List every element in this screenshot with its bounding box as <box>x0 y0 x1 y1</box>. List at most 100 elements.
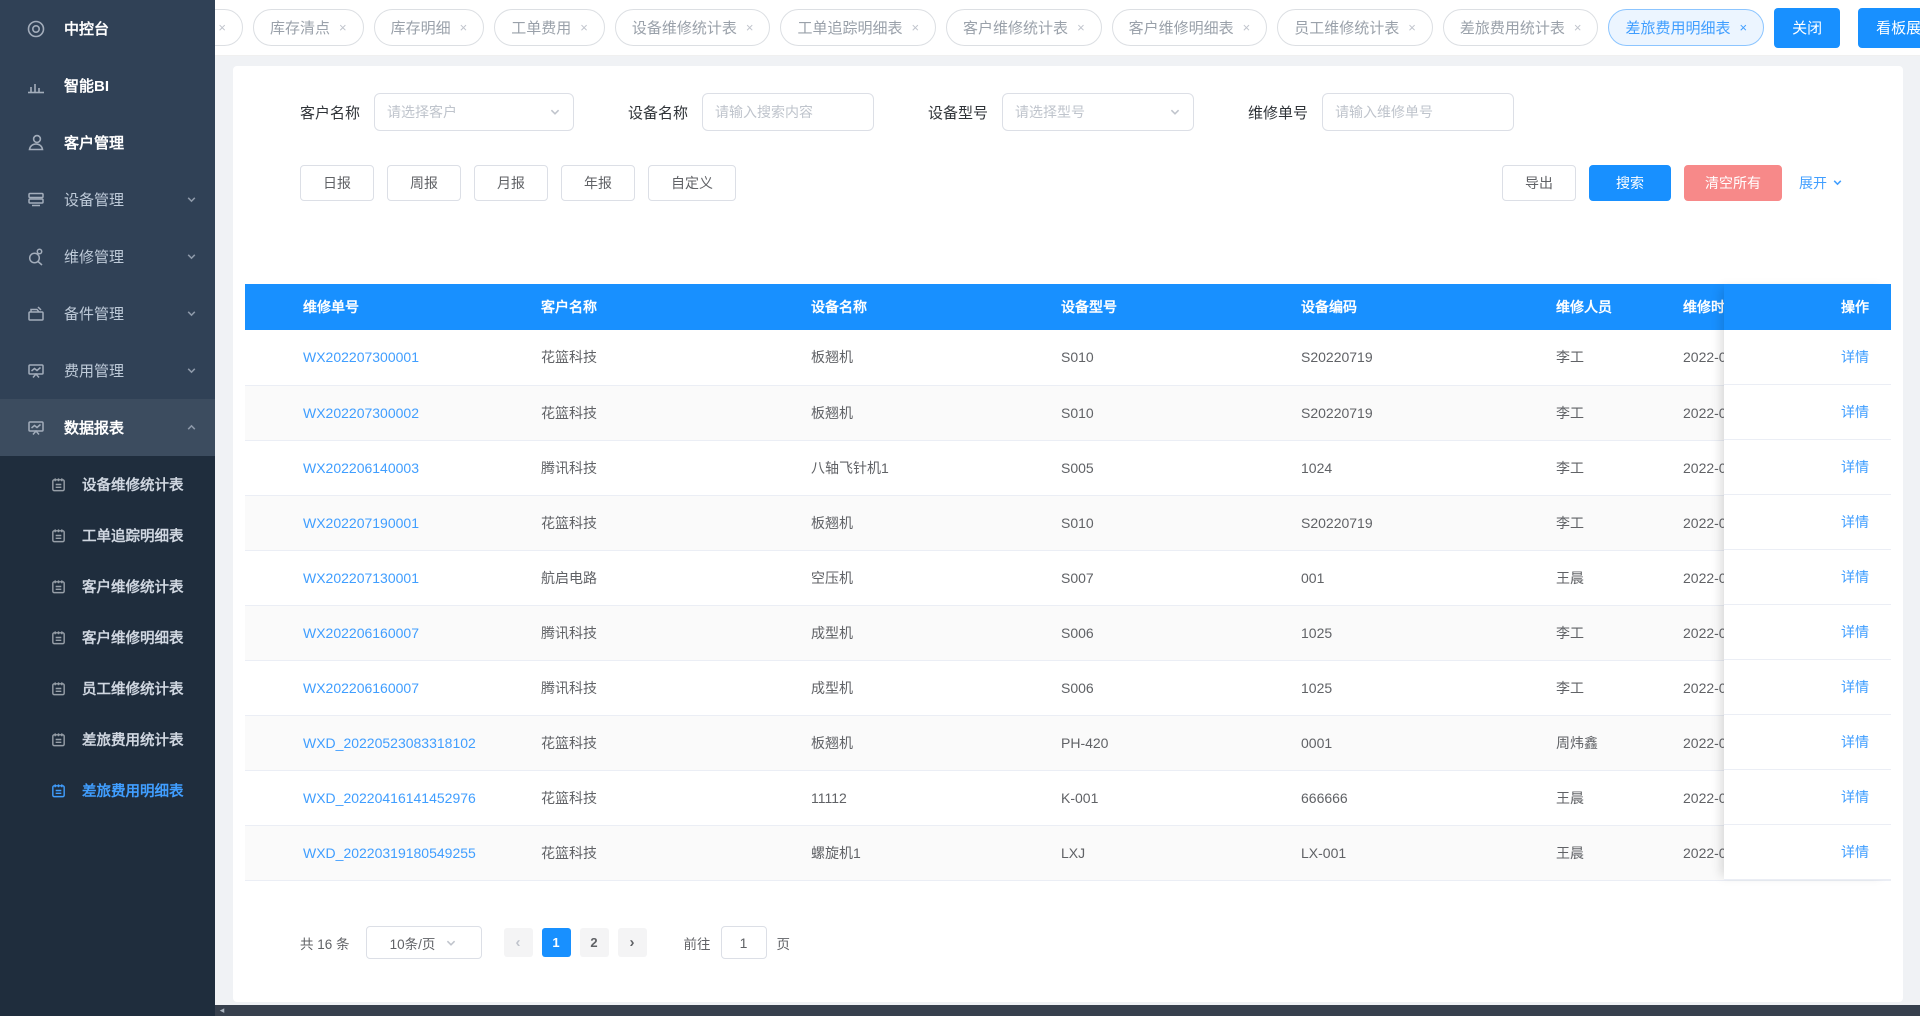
horizontal-scrollbar[interactable]: ◂ <box>215 1005 1920 1016</box>
close-icon[interactable]: × <box>746 20 754 35</box>
fixed-action-column: 操作 详情 详情 详情 详情 详情 详情 详情 详情 详情 详情 <box>1724 284 1891 880</box>
period-button[interactable]: 年报 <box>561 165 635 201</box>
detail-link[interactable]: 详情 <box>1841 787 1869 807</box>
close-icon[interactable]: × <box>1243 20 1251 35</box>
next-page-button[interactable]: › <box>617 928 647 957</box>
sidebar-item-repair[interactable]: 维修管理 <box>0 228 215 285</box>
chevron-down-icon <box>445 937 457 949</box>
close-icon[interactable]: × <box>218 20 226 35</box>
cell-code: S20220719 <box>1291 495 1546 551</box>
sidebar-item-console[interactable]: 中控台 <box>0 0 215 57</box>
customer-select[interactable]: 请选择客户 <box>374 93 575 131</box>
close-icon[interactable]: × <box>1740 20 1748 35</box>
period-button[interactable]: 日报 <box>300 165 374 201</box>
order-link[interactable]: WX202207190001 <box>303 515 419 531</box>
cell-code: 666666 <box>1291 770 1546 826</box>
close-icon[interactable]: × <box>1408 20 1416 35</box>
prev-page-button[interactable]: ‹ <box>503 928 533 957</box>
order-input[interactable] <box>1335 104 1502 120</box>
board-chart-icon <box>26 361 46 381</box>
tab-item[interactable]: 差旅费用明细表 × <box>1608 9 1765 46</box>
page-button-2[interactable]: 2 <box>579 928 609 957</box>
notepad-icon <box>50 578 67 595</box>
page-button-1[interactable]: 1 <box>541 928 571 957</box>
order-link[interactable]: WXD_20220416141452976 <box>303 790 476 806</box>
detail-link[interactable]: 详情 <box>1841 842 1869 862</box>
period-button[interactable]: 自定义 <box>648 165 736 201</box>
device-input[interactable] <box>715 104 862 120</box>
tab-item[interactable]: 库存清点 × <box>253 9 364 46</box>
expand-toggle[interactable]: 展开 <box>1799 173 1843 193</box>
board-display-button[interactable]: 看板展示 <box>1858 7 1920 48</box>
sidebar-subitem-report[interactable]: 客户维修明细表 <box>0 612 215 663</box>
sidebar-subitem-report[interactable]: 员工维修统计表 <box>0 663 215 714</box>
close-icon[interactable]: × <box>580 20 588 35</box>
order-link[interactable]: WX202207300001 <box>303 349 419 365</box>
tab-item[interactable]: 工单费用 × <box>494 9 605 46</box>
sidebar-subitem-report[interactable]: 差旅费用明细表 <box>0 765 215 816</box>
sidebar-subitem-report[interactable]: 工单追踪明细表 <box>0 510 215 561</box>
sidebar-item-label: 数据报表 <box>64 420 125 437</box>
tab-item[interactable]: 员工维修统计表 × <box>1277 9 1433 46</box>
detail-link[interactable]: 详情 <box>1841 347 1869 367</box>
search-button[interactable]: 搜索 <box>1589 165 1671 201</box>
period-button[interactable]: 月报 <box>474 165 548 201</box>
close-icon[interactable]: × <box>911 20 919 35</box>
sidebar-item-customers[interactable]: 客户管理 <box>0 114 215 171</box>
order-link[interactable]: WXD_20220523083318102 <box>303 735 476 751</box>
clear-all-button[interactable]: 清空所有 <box>1684 165 1782 201</box>
period-button[interactable]: 周报 <box>387 165 461 201</box>
sidebar-subitem-label: 工单追踪明细表 <box>82 529 184 545</box>
tab-item[interactable]: 库存明细 × <box>373 9 485 46</box>
detail-link[interactable]: 详情 <box>1841 622 1869 642</box>
close-tabs-button[interactable]: 关闭 <box>1774 7 1841 48</box>
order-link[interactable]: WX202207300002 <box>303 405 419 421</box>
order-link[interactable]: WX202207130001 <box>303 570 419 586</box>
cell-customer: 腾讯科技 <box>531 605 801 661</box>
chevron-down-icon <box>186 194 197 205</box>
tab-clipped[interactable]: × <box>215 9 243 46</box>
sidebar-item-bi[interactable]: 智能BI <box>0 57 215 114</box>
model-select[interactable]: 请选择型号 <box>1002 93 1195 131</box>
detail-link[interactable]: 详情 <box>1841 402 1869 422</box>
sidebar-subitem-report[interactable]: 客户维修统计表 <box>0 561 215 612</box>
detail-link[interactable]: 详情 <box>1841 732 1869 752</box>
sidebar-subitem-report[interactable]: 设备维修统计表 <box>0 459 215 510</box>
cell-model: S010 <box>1051 330 1291 386</box>
detail-link[interactable]: 详情 <box>1841 677 1869 697</box>
order-link[interactable]: WX202206160007 <box>303 625 419 641</box>
order-link[interactable]: WX202206140003 <box>303 460 419 476</box>
sidebar-item-expenses[interactable]: 费用管理 <box>0 342 215 399</box>
close-icon[interactable]: × <box>1077 20 1085 35</box>
action-cell: 详情 <box>1724 715 1891 770</box>
cell-staff: 周炜鑫 <box>1546 715 1673 771</box>
order-label: 维修单号 <box>1248 104 1309 122</box>
close-icon[interactable]: × <box>339 20 347 35</box>
detail-link[interactable]: 详情 <box>1841 457 1869 477</box>
detail-link[interactable]: 详情 <box>1841 567 1869 587</box>
export-button[interactable]: 导出 <box>1502 165 1576 201</box>
sidebar-item-parts[interactable]: 备件管理 <box>0 285 215 342</box>
table-row: WXD_20220523083318102 花篮科技 板翘机 PH-420 00… <box>245 715 1891 771</box>
scroll-left-arrow-icon[interactable]: ◂ <box>215 1005 229 1016</box>
page-size-select[interactable]: 10条/页 <box>365 926 482 959</box>
close-icon[interactable]: × <box>460 20 468 35</box>
sidebar-item-reports[interactable]: 数据报表 <box>0 399 215 456</box>
order-link[interactable]: WXD_20220319180549255 <box>303 845 476 861</box>
cell-model: S006 <box>1051 605 1291 661</box>
tab-item[interactable]: 客户维修统计表 × <box>946 9 1102 46</box>
order-link[interactable]: WX202206160007 <box>303 680 419 696</box>
sidebar-item-devices[interactable]: 设备管理 <box>0 171 215 228</box>
goto-label: 前往 <box>683 936 711 952</box>
sidebar-subitem-report[interactable]: 差旅费用统计表 <box>0 714 215 765</box>
detail-link[interactable]: 详情 <box>1841 512 1869 532</box>
goto-page-input[interactable] <box>720 926 767 959</box>
tab-item[interactable]: 工单追踪明细表 × <box>780 9 937 46</box>
cell-staff: 王晨 <box>1546 825 1673 881</box>
tab-item[interactable]: 差旅费用统计表 × <box>1442 9 1599 46</box>
tab-item[interactable]: 设备维修统计表 × <box>614 9 771 46</box>
tab-item[interactable]: 客户维修明细表 × <box>1111 9 1268 46</box>
cell-model: PH-420 <box>1051 715 1291 771</box>
close-icon[interactable]: × <box>1574 20 1582 35</box>
tab-label: 员工维修统计表 <box>1294 20 1400 37</box>
